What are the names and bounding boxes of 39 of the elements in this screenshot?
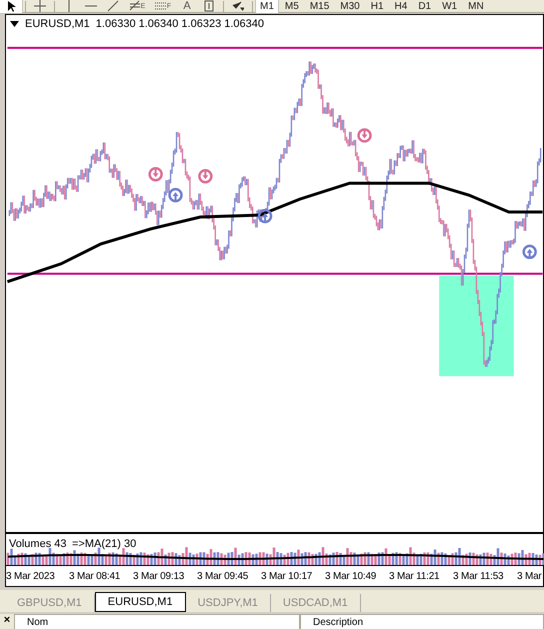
time-axis-label: 3 Mar 10:17	[261, 570, 314, 584]
time-axis-label: 3 Mar 11:21	[389, 570, 440, 584]
volume-ma-label: =>MA(21) 30	[72, 537, 136, 552]
text-label-icon	[203, 0, 215, 12]
column-header[interactable]: Nom	[14, 614, 300, 629]
timeframe-button[interactable]: M30	[336, 0, 364, 12]
tool-button[interactable]	[0, 0, 22, 12]
chart-tab[interactable]: EURUSD,M1	[94, 592, 186, 612]
time-axis-label: 3 Mar 09:45	[197, 570, 250, 584]
symbol-label: EURUSD,M1	[25, 16, 90, 32]
timeframe-button[interactable]: H4	[390, 0, 412, 12]
timeframe-button[interactable]: H1	[366, 0, 388, 12]
timeframe-button[interactable]: M15	[306, 0, 334, 12]
time-axis-label: 3 Mar 09:13	[133, 570, 186, 584]
text-tool-button[interactable]: A	[176, 0, 198, 12]
time-axis-label: 3 Mar 2023	[6, 570, 56, 584]
close-icon[interactable]: ×	[0, 614, 14, 626]
column-header[interactable]: Description	[300, 614, 544, 629]
timeframe-button[interactable]: W1	[438, 0, 462, 12]
price-readout: 1.06330 1.06340 1.06323 1.06340	[96, 16, 264, 32]
timeframe-button[interactable]: M1	[256, 0, 278, 12]
fibonacci-icon	[128, 0, 141, 12]
horizontal-line[interactable]	[7, 46, 543, 49]
collapse-icon[interactable]	[10, 20, 19, 27]
time-axis-label: 3 Mar	[517, 570, 543, 584]
arrows-icon	[232, 0, 244, 12]
time-axis-label: 3 Mar 10:49	[325, 570, 378, 584]
time-axis-label: 3 Mar 08:41	[69, 570, 122, 584]
crosshair-icon	[34, 0, 46, 12]
rectangle-shape[interactable]	[439, 276, 514, 376]
timeframe-button[interactable]: M5	[280, 0, 303, 12]
time-axis-label: 3 Mar 11:53	[453, 570, 504, 584]
horizontal-line[interactable]	[7, 272, 543, 275]
timeframe-button[interactable]: MN	[464, 0, 488, 12]
trendline-icon	[107, 0, 119, 12]
volume-label: Volumes 43	[9, 537, 66, 552]
cursor-icon	[5, 0, 17, 12]
fibonacci-lines-icon	[154, 0, 167, 12]
timeframe-button[interactable]: D1	[414, 0, 436, 12]
